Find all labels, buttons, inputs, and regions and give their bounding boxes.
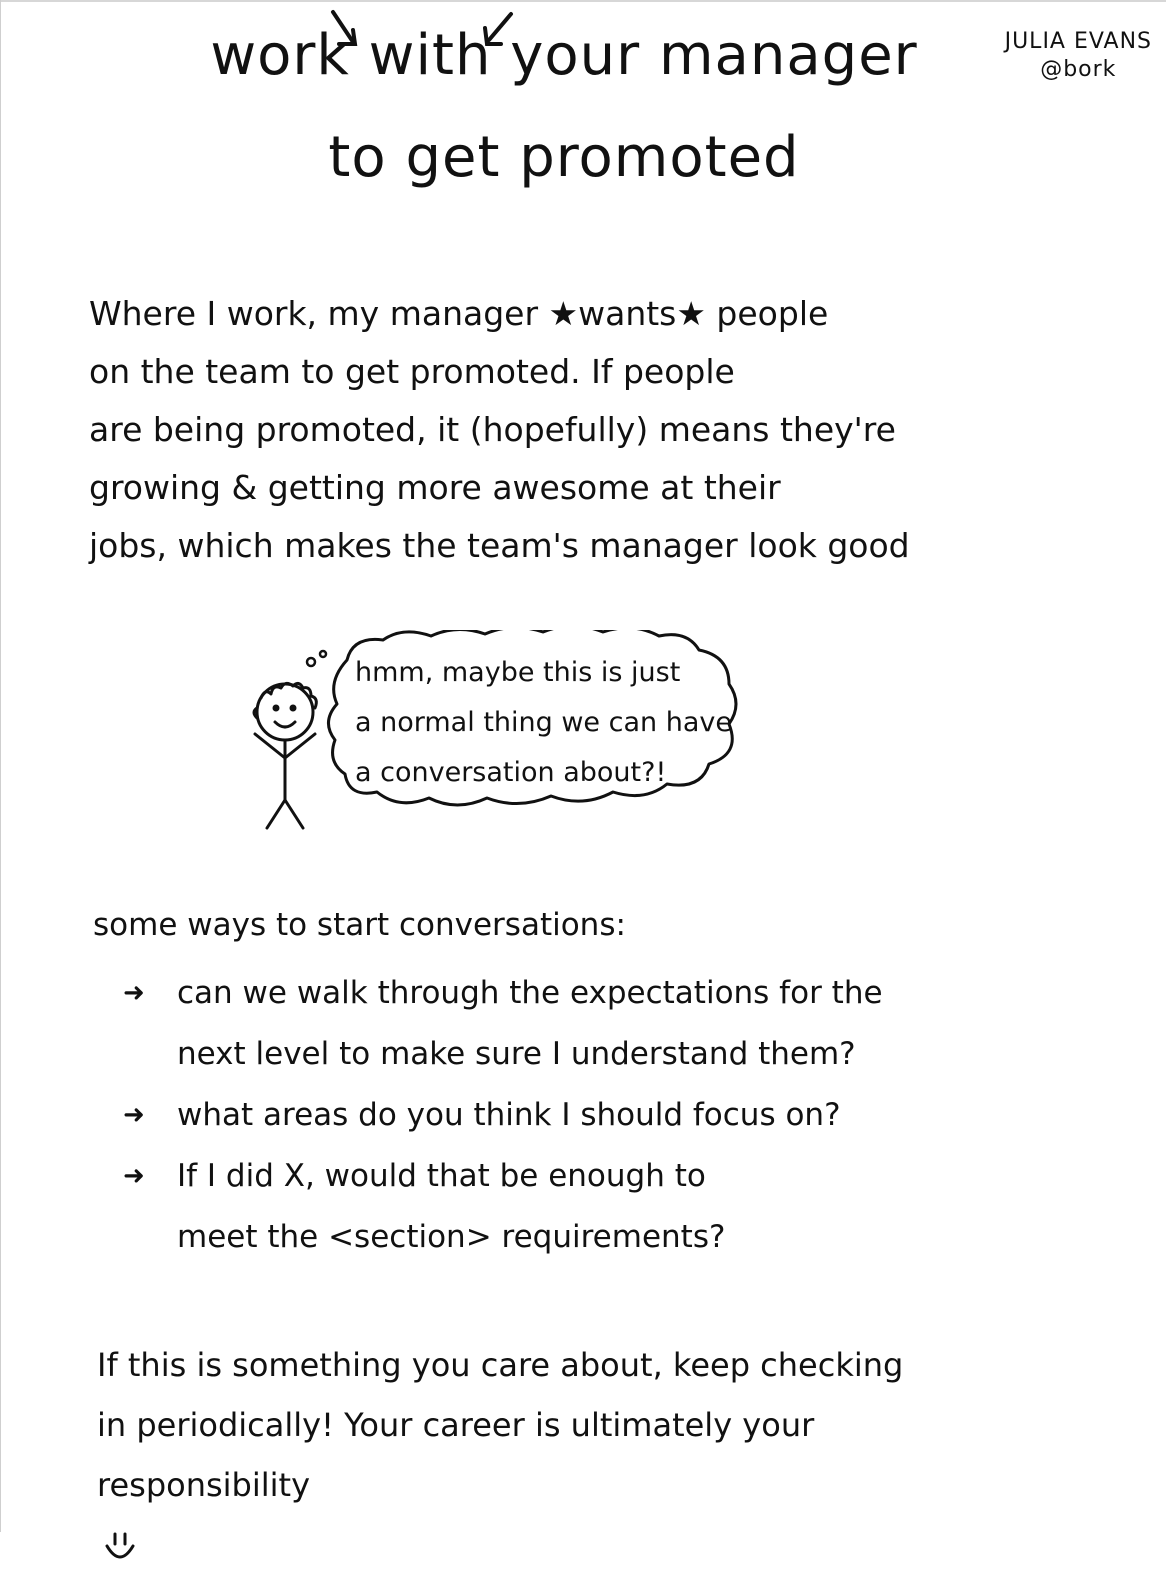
emphasis-arrows-icon [331,10,513,46]
intro-line: Where I work, my manager ★wants★ people [89,294,829,333]
thinking-scene: hmm, maybe this is just a normal thing w… [235,630,865,840]
list-item: ➜ what areas do you think I should focus… [93,1085,1053,1146]
arrow-right-icon: ➜ [123,1161,145,1191]
thought-line: hmm, maybe this is just [355,657,681,688]
closing-paragraph: If this is something you care about, kee… [97,1335,1097,1575]
intro-line: are being promoted, it (hopefully) means… [89,410,896,449]
conversation-starters-heading: some ways to start conversations: [93,907,626,943]
thought-line: a conversation about?! [355,757,667,788]
thought-line: a normal thing we can have [355,707,732,738]
closing-line: If this is something you care about, kee… [97,1346,904,1384]
list-item-line: meet the <section> requirements? [177,1219,726,1255]
comic-page: work with your manager to get promoted J… [0,0,1166,1559]
closing-line: in periodically! Your career is ultimate… [97,1406,815,1444]
list-item: ➜ can we walk through the expectations f… [93,963,1053,1085]
closing-line: responsibility [97,1466,311,1504]
intro-line: on the team to get promoted. If people [89,352,735,391]
closing-line-with-smile: responsibility [97,1455,1097,1575]
author-credit: JULIA EVANS @bork [1005,28,1152,83]
author-handle: @bork [1040,56,1117,82]
conversation-starters: some ways to start conversations: ➜ can … [93,905,1053,1268]
thought-bubble-text: hmm, maybe this is just a normal thing w… [355,648,732,798]
list-item-line: If I did X, would that be enough to [177,1158,706,1194]
author-name: JULIA EVANS [1004,29,1152,54]
page-title-line2: to get promoted [328,125,800,190]
list-item: ➜ If I did X, would that be enough to me… [93,1146,1053,1268]
list-item-line: next level to make sure I understand the… [177,1036,856,1072]
intro-line: jobs, which makes the team's manager loo… [89,526,910,565]
intro-line: growing & getting more awesome at their [89,468,781,507]
smiley-icon [105,1532,135,1559]
list-item-line: can we walk through the expectations for… [177,975,883,1011]
intro-paragraph: Where I work, my manager ★wants★ people … [89,285,969,575]
list-item-line: what areas do you think I should focus o… [177,1097,841,1133]
arrow-right-icon: ➜ [123,1100,145,1130]
arrow-right-icon: ➜ [123,978,145,1008]
conversation-starters-list: ➜ can we walk through the expectations f… [93,963,1053,1268]
